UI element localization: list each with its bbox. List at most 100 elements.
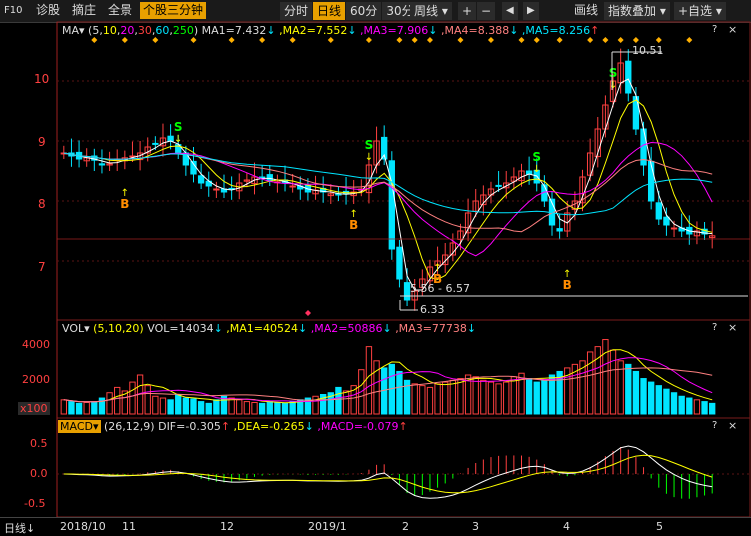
- ma1-value: MA1=7.432: [201, 24, 267, 37]
- ma-line: [63, 152, 713, 233]
- dif-line: [63, 445, 713, 499]
- macd-tick-pos: 0.5: [30, 437, 48, 450]
- vol-dropdown[interactable]: VOL▾: [62, 322, 90, 335]
- candle-body: [289, 185, 296, 188]
- ma4-value: ,MA4=8.388: [440, 24, 510, 37]
- signal-diamond-icon: [533, 37, 540, 43]
- volume-bar: [686, 397, 693, 415]
- date-label: 5: [656, 520, 663, 533]
- volume-bar: [586, 351, 594, 415]
- candle-body: [670, 227, 678, 230]
- dif-value: DIF=-0.305: [158, 420, 221, 433]
- macd-legend: MACD▾ (26,12,9) DIF=-0.305↑ ,DEA=-0.265↓…: [58, 420, 408, 433]
- volume-bar: [60, 399, 67, 415]
- ma-line: [63, 99, 713, 281]
- macd-tick-zero: 0.0: [30, 467, 48, 480]
- sell-arrow-icon: ↓: [609, 80, 617, 91]
- macd-dropdown[interactable]: MACD▾: [58, 420, 101, 433]
- signal-diamond-icon: [632, 37, 639, 43]
- signal-diamond-icon: [91, 37, 98, 43]
- volume-bar: [159, 397, 167, 415]
- ma5-value: ,MA5=8.256: [521, 24, 591, 37]
- volume-bar: [144, 385, 151, 415]
- volume-bar: [228, 397, 235, 415]
- candle-body: [556, 228, 563, 232]
- volume-bar: [266, 401, 273, 415]
- volume-bar: [129, 381, 136, 415]
- moving-averages: [63, 78, 713, 291]
- date-label: 12: [220, 520, 234, 533]
- signal-diamond-icon: [190, 37, 197, 43]
- volume-bar: [335, 386, 342, 415]
- close-icon[interactable]: ×: [728, 23, 737, 36]
- signal-diamond-icon: [305, 310, 311, 316]
- sell-marker: S: [365, 138, 374, 152]
- signal-diamond-icon: [686, 37, 693, 43]
- candle-body: [396, 246, 403, 280]
- volume-bar: [701, 401, 708, 415]
- volume-bar: [83, 401, 90, 415]
- volume-bar: [91, 401, 98, 415]
- sell-arrow-icon: ↓: [174, 134, 182, 145]
- ma-dropdown[interactable]: MA▾: [62, 24, 85, 37]
- signal-diamond-icon: [556, 37, 563, 43]
- low-price-label: 6.33: [420, 303, 445, 316]
- high-price-label: 10.51: [632, 44, 664, 57]
- down-arrow-icon: ↓: [26, 522, 36, 535]
- volume-bar: [190, 398, 197, 415]
- date-label: 2: [402, 520, 409, 533]
- volume-bar: [243, 401, 251, 415]
- volume-bar: [503, 381, 510, 415]
- signal-diamond-icon: [518, 37, 525, 43]
- buy-arrow-icon: ↑: [349, 209, 357, 220]
- sell-marker: S: [532, 150, 541, 164]
- volume-bar: [396, 370, 403, 415]
- volume-bar: [541, 379, 548, 415]
- macd-help-icon[interactable]: ?: [712, 420, 717, 431]
- vol-close-icon[interactable]: ×: [728, 321, 737, 334]
- candle-body: [403, 282, 411, 301]
- range-label: 5.56 - 6.57: [410, 282, 470, 295]
- candle-body: [98, 163, 106, 166]
- volume-bar: [647, 381, 655, 415]
- vol-help-icon[interactable]: ?: [712, 322, 717, 333]
- signal-diamond-icon: [426, 37, 433, 43]
- volume-bar: [114, 386, 121, 415]
- price-tick-8: 8: [38, 197, 46, 211]
- volume-bar: [640, 378, 647, 415]
- price-tick-7: 7: [38, 260, 46, 274]
- buy-marker: B: [563, 278, 572, 292]
- volume-bar: [274, 401, 281, 415]
- signal-diamond-icon: [587, 37, 594, 43]
- volume-bar: [75, 402, 83, 415]
- volume-bar: [678, 395, 685, 415]
- buy-marker: B: [349, 218, 358, 232]
- signal-diamond-icon: [411, 37, 418, 43]
- candle-body: [197, 175, 205, 184]
- help-icon[interactable]: ?: [712, 24, 717, 35]
- vol-legend: VOL▾ (5,10,20) VOL=14034↓ ,MA1=40524↓ ,M…: [62, 322, 477, 335]
- macd-tick-neg: -0.5: [24, 497, 46, 510]
- volume-bar: [533, 381, 540, 415]
- buy-arrow-icon: ↑: [433, 263, 441, 274]
- sell-arrow-icon: ↓: [533, 164, 541, 175]
- main-panel-border: [56, 21, 751, 321]
- price-tick-9: 9: [38, 135, 46, 149]
- volume-bar: [373, 360, 380, 415]
- volume-bar: [236, 399, 243, 415]
- date-label: 2019/1: [308, 520, 347, 533]
- volume-bar: [510, 376, 518, 415]
- signal-diamond-icon: [228, 37, 235, 43]
- dea-value: ,DEA=-0.265: [233, 420, 305, 433]
- candle-body: [167, 135, 174, 142]
- vol-ma3-value: ,MA3=77738: [395, 322, 467, 335]
- candle-body: [647, 160, 655, 202]
- stock-chart: B↑S↓ S↓B↑B↑S↓B↑S↓: [56, 21, 751, 518]
- signal-diamond-icon: [121, 37, 128, 43]
- signal-diamond-icon: [259, 37, 266, 43]
- volume-bar: [281, 402, 289, 415]
- volume-bars: [60, 339, 716, 415]
- macd-close-icon[interactable]: ×: [728, 419, 737, 432]
- signal-diamond-icon: [327, 37, 334, 43]
- period-selector[interactable]: 日线↓: [4, 520, 35, 536]
